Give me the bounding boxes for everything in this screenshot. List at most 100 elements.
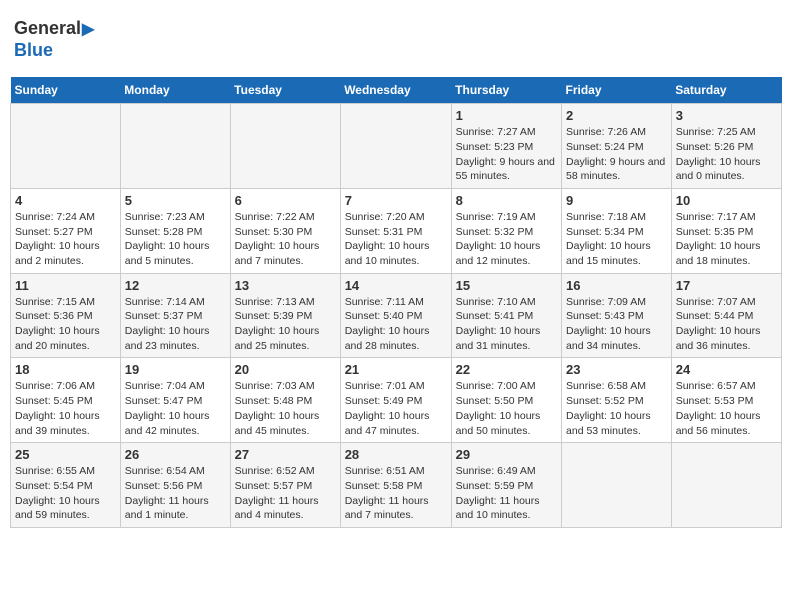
day-cell: 2Sunrise: 7:26 AMSunset: 5:24 PMDaylight… [562,104,672,189]
day-info: Sunrise: 7:03 AMSunset: 5:48 PMDaylight:… [235,379,336,438]
column-headers: SundayMondayTuesdayWednesdayThursdayFrid… [11,77,782,104]
day-cell: 3 Sunrise: 7:25 AMSunset: 5:26 PMDaylight… [671,104,781,189]
day-number: 1 [456,108,557,123]
day-info: Sunrise: 6:55 AMSunset: 5:54 PMDaylight:… [15,464,116,523]
day-info: Sunrise: 6:52 AMSunset: 5:57 PMDaylight:… [235,464,336,523]
day-number: 16 [566,278,667,293]
col-header-saturday: Saturday [671,77,781,104]
day-cell: 1 Sunrise: 7:27 AMSunset: 5:23 PMDaylight… [451,104,561,189]
day-info: Sunrise: 7:17 AMSunset: 5:35 PMDaylight:… [676,210,777,269]
day-number: 10 [676,193,777,208]
day-number: 14 [345,278,447,293]
day-number: 28 [345,447,447,462]
day-cell: 28 Sunrise: 6:51 AMSunset: 5:58 PMDayligh… [340,443,451,528]
day-info: Sunrise: 6:49 AMSunset: 5:59 PMDaylight:… [456,464,557,523]
day-cell: 16 Sunrise: 7:09 AMSunset: 5:43 PMDayligh… [562,273,672,358]
day-number: 8 [456,193,557,208]
day-cell [671,443,781,528]
col-header-monday: Monday [120,77,230,104]
day-number: 18 [15,362,116,377]
day-info: Sunrise: 7:00 AMSunset: 5:50 PMDaylight:… [456,379,557,438]
day-cell [120,104,230,189]
week-row-3: 11 Sunrise: 7:15 AMSunset: 5:36 PMDayligh… [11,273,782,358]
day-cell: 7 Sunrise: 7:20 AMSunset: 5:31 PMDaylight… [340,188,451,273]
day-number: 21 [345,362,447,377]
day-info: Sunrise: 7:19 AMSunset: 5:32 PMDaylight:… [456,210,557,269]
col-header-wednesday: Wednesday [340,77,451,104]
day-cell [340,104,451,189]
day-number: 17 [676,278,777,293]
day-number: 11 [15,278,116,293]
day-cell: 5Sunrise: 7:23 AMSunset: 5:28 PMDaylight… [120,188,230,273]
logo: General▶ Blue [14,18,94,61]
day-number: 25 [15,447,116,462]
col-header-tuesday: Tuesday [230,77,340,104]
week-row-2: 4 Sunrise: 7:24 AMSunset: 5:27 PMDaylight… [11,188,782,273]
day-number: 24 [676,362,777,377]
day-cell: 26Sunrise: 6:54 AMSunset: 5:56 PMDayligh… [120,443,230,528]
day-number: 7 [345,193,447,208]
day-info: Sunrise: 6:57 AMSunset: 5:53 PMDaylight:… [676,379,777,438]
day-number: 15 [456,278,557,293]
day-number: 3 [676,108,777,123]
col-header-thursday: Thursday [451,77,561,104]
day-cell: 27 Sunrise: 6:52 AMSunset: 5:57 PMDayligh… [230,443,340,528]
day-number: 6 [235,193,336,208]
col-header-sunday: Sunday [11,77,121,104]
day-info: Sunrise: 6:51 AMSunset: 5:58 PMDaylight:… [345,464,447,523]
day-cell: 23 Sunrise: 6:58 AMSunset: 5:52 PMDayligh… [562,358,672,443]
day-info: Sunrise: 7:10 AMSunset: 5:41 PMDaylight:… [456,295,557,354]
week-row-1: 1 Sunrise: 7:27 AMSunset: 5:23 PMDaylight… [11,104,782,189]
day-cell: 15 Sunrise: 7:10 AMSunset: 5:41 PMDayligh… [451,273,561,358]
day-number: 29 [456,447,557,462]
day-cell: 20 Sunrise: 7:03 AMSunset: 5:48 PMDayligh… [230,358,340,443]
day-cell: 19Sunrise: 7:04 AMSunset: 5:47 PMDayligh… [120,358,230,443]
day-cell: 8 Sunrise: 7:19 AMSunset: 5:32 PMDaylight… [451,188,561,273]
day-number: 4 [15,193,116,208]
day-info: Sunrise: 7:04 AMSunset: 5:47 PMDaylight:… [125,379,226,438]
day-number: 20 [235,362,336,377]
day-cell: 11 Sunrise: 7:15 AMSunset: 5:36 PMDayligh… [11,273,121,358]
day-info: Sunrise: 7:27 AMSunset: 5:23 PMDaylight:… [456,125,557,184]
day-info: Sunrise: 7:26 AMSunset: 5:24 PMDaylight:… [566,125,667,184]
day-cell: 22 Sunrise: 7:00 AMSunset: 5:50 PMDayligh… [451,358,561,443]
day-number: 9 [566,193,667,208]
col-header-friday: Friday [562,77,672,104]
day-info: Sunrise: 7:14 AMSunset: 5:37 PMDaylight:… [125,295,226,354]
day-cell: 6 Sunrise: 7:22 AMSunset: 5:30 PMDaylight… [230,188,340,273]
day-cell: 18Sunrise: 7:06 AMSunset: 5:45 PMDayligh… [11,358,121,443]
day-number: 22 [456,362,557,377]
day-number: 27 [235,447,336,462]
day-number: 23 [566,362,667,377]
day-info: Sunrise: 6:58 AMSunset: 5:52 PMDaylight:… [566,379,667,438]
day-info: Sunrise: 7:09 AMSunset: 5:43 PMDaylight:… [566,295,667,354]
day-info: Sunrise: 7:01 AMSunset: 5:49 PMDaylight:… [345,379,447,438]
day-info: Sunrise: 7:13 AMSunset: 5:39 PMDaylight:… [235,295,336,354]
day-info: Sunrise: 7:11 AMSunset: 5:40 PMDaylight:… [345,295,447,354]
day-info: Sunrise: 7:15 AMSunset: 5:36 PMDaylight:… [15,295,116,354]
day-info: Sunrise: 7:25 AMSunset: 5:26 PMDaylight:… [676,125,777,184]
day-cell [11,104,121,189]
day-cell [230,104,340,189]
day-cell: 14 Sunrise: 7:11 AMSunset: 5:40 PMDayligh… [340,273,451,358]
day-number: 5 [125,193,226,208]
day-cell: 9 Sunrise: 7:18 AMSunset: 5:34 PMDaylight… [562,188,672,273]
day-cell: 24 Sunrise: 6:57 AMSunset: 5:53 PMDayligh… [671,358,781,443]
day-cell: 13 Sunrise: 7:13 AMSunset: 5:39 PMDayligh… [230,273,340,358]
day-info: Sunrise: 6:54 AMSunset: 5:56 PMDaylight:… [125,464,226,523]
calendar-table: SundayMondayTuesdayWednesdayThursdayFrid… [10,77,782,528]
calendar-body: 1 Sunrise: 7:27 AMSunset: 5:23 PMDaylight… [11,104,782,528]
week-row-5: 25 Sunrise: 6:55 AMSunset: 5:54 PMDayligh… [11,443,782,528]
day-info: Sunrise: 7:07 AMSunset: 5:44 PMDaylight:… [676,295,777,354]
page-header: General▶ Blue [10,10,782,69]
day-cell: 21 Sunrise: 7:01 AMSunset: 5:49 PMDayligh… [340,358,451,443]
day-info: Sunrise: 7:24 AMSunset: 5:27 PMDaylight:… [15,210,116,269]
day-cell [562,443,672,528]
day-info: Sunrise: 7:20 AMSunset: 5:31 PMDaylight:… [345,210,447,269]
day-number: 13 [235,278,336,293]
day-cell: 25 Sunrise: 6:55 AMSunset: 5:54 PMDayligh… [11,443,121,528]
day-cell: 17 Sunrise: 7:07 AMSunset: 5:44 PMDayligh… [671,273,781,358]
logo-text: General▶ [14,18,94,40]
day-info: Sunrise: 7:18 AMSunset: 5:34 PMDaylight:… [566,210,667,269]
day-info: Sunrise: 7:22 AMSunset: 5:30 PMDaylight:… [235,210,336,269]
